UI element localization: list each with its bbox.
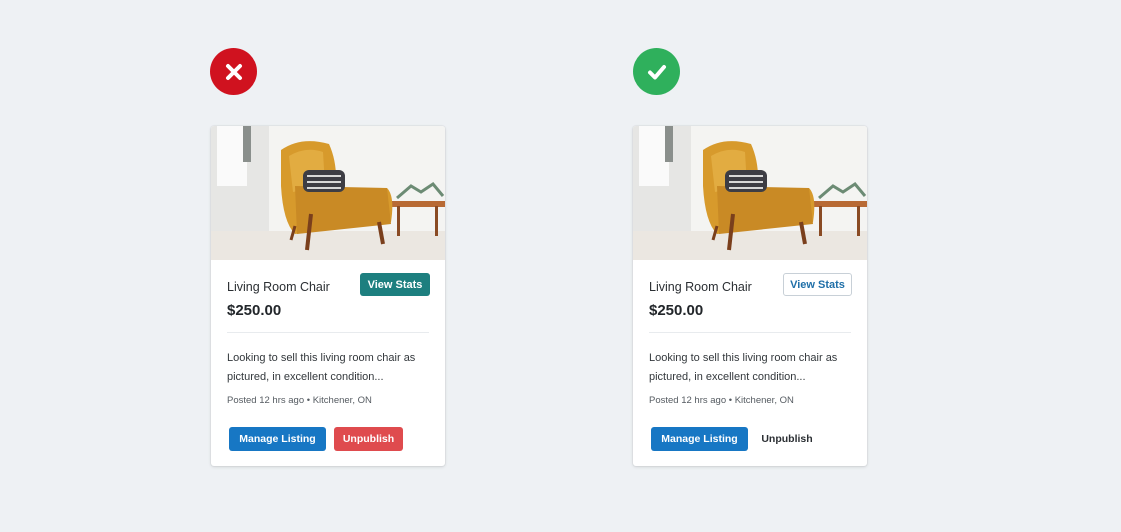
listing-title: Living Room Chair [227,280,330,294]
x-mark-icon [210,48,257,95]
listing-price: $250.00 [227,302,282,319]
listing-card-good: Living Room Chair View Stats $250.00 Loo… [633,126,867,466]
listing-photo [633,126,867,260]
view-stats-button[interactable]: View Stats [360,273,430,296]
view-stats-button[interactable]: View Stats [783,273,852,296]
divider [227,332,429,333]
listing-price: $250.00 [649,302,704,319]
listing-photo [211,126,445,260]
listing-card-bad: Living Room Chair View Stats $250.00 Loo… [211,126,445,466]
divider [649,332,851,333]
manage-listing-button[interactable]: Manage Listing [229,427,326,451]
unpublish-button[interactable]: Unpublish [756,427,818,451]
unpublish-button[interactable]: Unpublish [334,427,403,451]
checkmark-icon [633,48,680,95]
listing-title: Living Room Chair [649,280,752,294]
listing-meta: Posted 12 hrs ago • Kitchener, ON [227,395,372,406]
listing-meta: Posted 12 hrs ago • Kitchener, ON [649,395,794,406]
listing-description: Looking to sell this living room chair a… [227,352,416,383]
manage-listing-button[interactable]: Manage Listing [651,427,748,451]
listing-description: Looking to sell this living room chair a… [649,352,838,383]
